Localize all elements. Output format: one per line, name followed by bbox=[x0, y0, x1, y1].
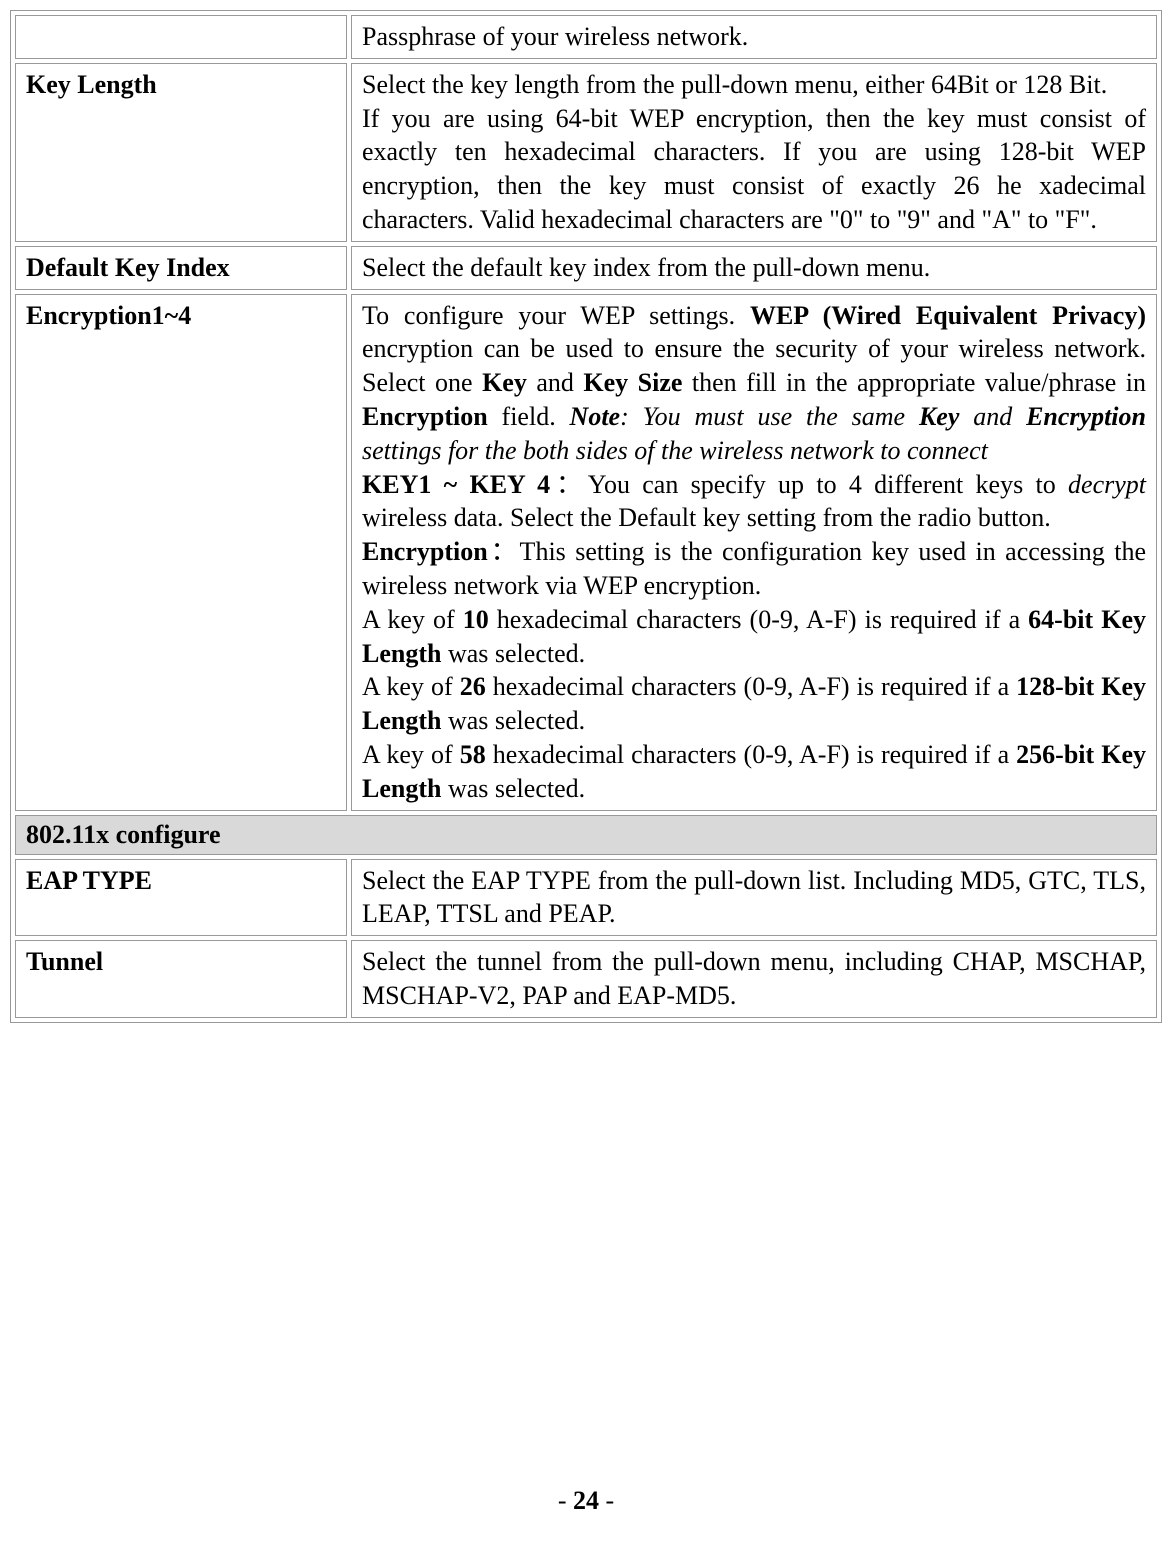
text-italic: settings for the both sides of the wirel… bbox=[362, 436, 988, 465]
page-number-prefix: - bbox=[558, 1486, 573, 1515]
section-header: 802.11x configure bbox=[15, 815, 1157, 855]
desc-encryption: To configure your WEP settings. WEP (Wir… bbox=[351, 294, 1157, 811]
table-row: Encryption1~4 To configure your WEP sett… bbox=[15, 294, 1157, 811]
text-bold: 26 bbox=[460, 672, 486, 701]
table-row: Passphrase of your wireless network. bbox=[15, 15, 1157, 59]
label-defaultkey: Default Key Index bbox=[15, 246, 347, 290]
text-bold: WEP (Wired Equivalent Privacy) bbox=[750, 301, 1146, 330]
table-row: Tunnel Select the tunnel from the pull-d… bbox=[15, 940, 1157, 1018]
label-passphrase bbox=[15, 15, 347, 59]
label-eaptype: EAP TYPE bbox=[15, 859, 347, 937]
label-keylength: Key Length bbox=[15, 63, 347, 242]
text: and bbox=[527, 368, 584, 397]
config-table: Passphrase of your wireless network. Key… bbox=[10, 10, 1162, 1023]
text: hexadecimal characters (0-9, A-F) is req… bbox=[486, 740, 1016, 769]
text: then fill in the appropriate value/phras… bbox=[682, 368, 1146, 397]
table-row: Default Key Index Select the default key… bbox=[15, 246, 1157, 290]
text-bold-italic: Key bbox=[919, 402, 959, 431]
text-italic: and bbox=[959, 402, 1026, 431]
text-italic: decrypt bbox=[1068, 470, 1146, 499]
text-bold-italic: Encryption bbox=[1026, 402, 1146, 431]
page-number-suffix: - bbox=[599, 1486, 614, 1515]
text: A key of bbox=[362, 605, 463, 634]
text: A key of bbox=[362, 672, 460, 701]
text: was selected. bbox=[441, 774, 585, 803]
text-bold: 58 bbox=[460, 740, 486, 769]
desc-eaptype: Select the EAP TYPE from the pull-down l… bbox=[351, 859, 1157, 937]
text: A key of bbox=[362, 740, 460, 769]
text: hexadecimal characters (0-9, A-F) is req… bbox=[489, 605, 1028, 634]
text: ：You can specify up to 4 different keys … bbox=[550, 470, 1068, 499]
text-bold: KEY1 ~ KEY 4 bbox=[362, 470, 550, 499]
table-row: Key Length Select the key length from th… bbox=[15, 63, 1157, 242]
label-tunnel: Tunnel bbox=[15, 940, 347, 1018]
text-bold: Key bbox=[482, 368, 527, 397]
text: was selected. bbox=[441, 706, 585, 735]
text: field. bbox=[488, 402, 570, 431]
desc-defaultkey: Select the default key index from the pu… bbox=[351, 246, 1157, 290]
text-bold: Key Size bbox=[583, 368, 682, 397]
text-italic: : You must use the same bbox=[620, 402, 919, 431]
label-encryption: Encryption1~4 bbox=[15, 294, 347, 811]
text-bold: Encryption bbox=[362, 537, 488, 566]
text: To configure your WEP settings. bbox=[362, 301, 750, 330]
text-bold: 10 bbox=[463, 605, 489, 634]
table-row: EAP TYPE Select the EAP TYPE from the pu… bbox=[15, 859, 1157, 937]
desc-keylength: Select the key length from the pull-down… bbox=[351, 63, 1157, 242]
page-number: - 24 - bbox=[0, 1486, 1172, 1516]
page-number-value: 24 bbox=[573, 1486, 599, 1515]
text-bold-italic: Note bbox=[570, 402, 621, 431]
table-row: 802.11x configure bbox=[15, 815, 1157, 855]
desc-tunnel: Select the tunnel from the pull-down men… bbox=[351, 940, 1157, 1018]
desc-passphrase: Passphrase of your wireless network. bbox=[351, 15, 1157, 59]
text: hexadecimal characters (0-9, A-F) is req… bbox=[486, 672, 1016, 701]
text-bold: Encryption bbox=[362, 402, 488, 431]
text: wireless data. Select the Default key se… bbox=[362, 503, 1051, 532]
text: was selected. bbox=[441, 639, 585, 668]
